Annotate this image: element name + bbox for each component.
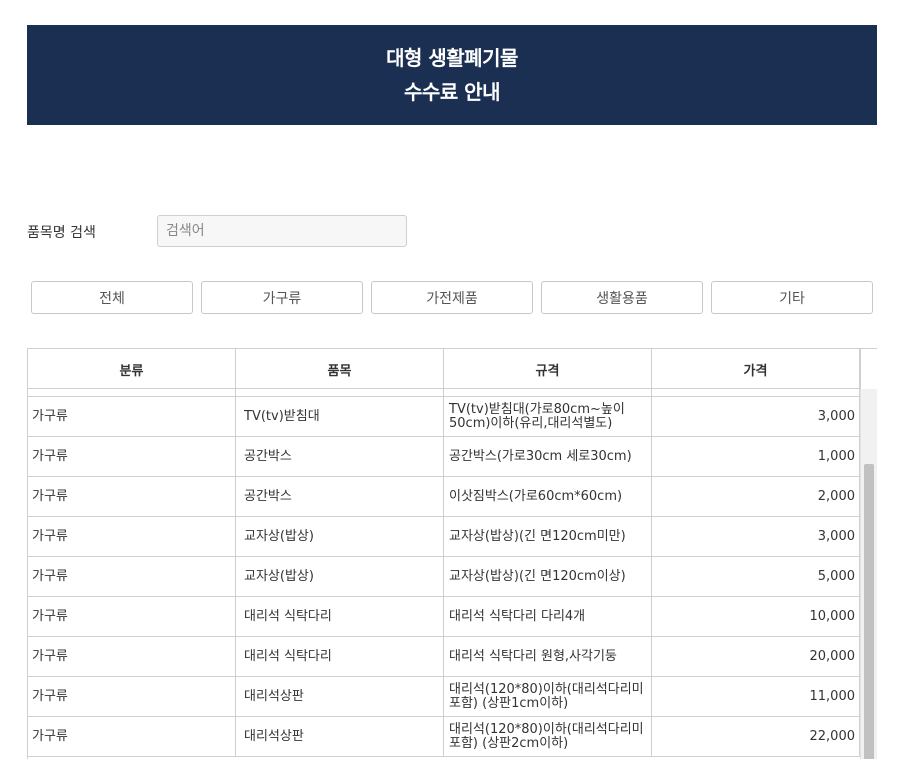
cell-item: 교자상(밥상) <box>236 557 444 596</box>
search-input[interactable] <box>157 215 407 247</box>
table-body[interactable]: 가구류 TV(tv)받침대 TV(tv)받침대(가로80cm~높이50cm)이하… <box>28 389 860 759</box>
cell-spec: 공간박스(가로30cm 세로30cm) <box>444 437 652 476</box>
cell-price: 5,000 <box>652 557 860 596</box>
cell-price: 10,000 <box>652 597 860 636</box>
cell-category: 가구류 <box>28 597 236 636</box>
cell-category: 가구류 <box>28 397 236 436</box>
table-row[interactable]: 가구류 공간박스 이삿짐박스(가로60cm*60cm) 2,000 <box>28 477 860 517</box>
cell-price: 2,000 <box>652 477 860 516</box>
page-title-line2: 수수료 안내 <box>404 80 500 104</box>
category-furniture-button[interactable]: 가구류 <box>201 281 363 314</box>
cell-item: 공간박스 <box>236 477 444 516</box>
category-etc-button[interactable]: 기타 <box>711 281 873 314</box>
category-all-button[interactable]: 전체 <box>31 281 193 314</box>
table-header: 분류 품목 규격 가격 <box>28 349 860 389</box>
cell-category: 가구류 <box>28 717 236 756</box>
scrollbar-header-corner <box>860 349 877 389</box>
page-title-line1: 대형 생활폐기물 <box>386 46 518 70</box>
cell-item: 대리석 식탁다리 <box>236 597 444 636</box>
category-household-button[interactable]: 생활용품 <box>541 281 703 314</box>
search-row: 품목명 검색 <box>27 215 427 247</box>
table-row[interactable]: 가구류 교자상(밥상) 교자상(밥상)(긴 면120cm이상) 5,000 <box>28 557 860 597</box>
cell-category: 가구류 <box>28 437 236 476</box>
category-appliances-button[interactable]: 가전제품 <box>371 281 533 314</box>
cell-spec: 교자상(밥상)(긴 면120cm이상) <box>444 557 652 596</box>
cell-spec: 이삿짐박스(가로60cm*60cm) <box>444 477 652 516</box>
cell-price: 3,000 <box>652 517 860 556</box>
cell-spec: 대리석 식탁다리 다리4개 <box>444 597 652 636</box>
cell-spec: 대리석(120*80)이하(대리석다리미포함) (상판2cm이하) <box>444 717 652 756</box>
scrollbar-thumb[interactable] <box>864 464 874 759</box>
header-price: 가격 <box>652 349 860 389</box>
cell-price: 22,000 <box>652 717 860 756</box>
category-filter: 전체 가구류 가전제품 생활용품 기타 <box>31 281 873 314</box>
cell-spec: 교자상(밥상)(긴 면120cm미만) <box>444 517 652 556</box>
header-category: 분류 <box>28 349 236 389</box>
cell-category: 가구류 <box>28 477 236 516</box>
cell-price: 20,000 <box>652 637 860 676</box>
cell-item: 대리석상판 <box>236 717 444 756</box>
table-row[interactable]: 가구류 교자상(밥상) 교자상(밥상)(긴 면120cm미만) 3,000 <box>28 517 860 557</box>
cell-price: 11,000 <box>652 677 860 716</box>
table-row[interactable]: 가구류 대리석 식탁다리 대리석 식탁다리 다리4개 10,000 <box>28 597 860 637</box>
cell-category: 가구류 <box>28 517 236 556</box>
table-row[interactable]: 가구류 대리석상판 대리석(120*80)이하(대리석다리미포함) (상판2cm… <box>28 717 860 757</box>
table-row[interactable]: 가구류 TV(tv)받침대 TV(tv)받침대(가로80cm~높이50cm)이하… <box>28 397 860 437</box>
cell-category: 가구류 <box>28 637 236 676</box>
table-row[interactable]: 가구류 공간박스 공간박스(가로30cm 세로30cm) 1,000 <box>28 437 860 477</box>
fee-table: 분류 품목 규격 가격 가구류 TV(tv)받침대 TV(tv)받침대(가로80… <box>27 348 877 759</box>
cell-item: TV(tv)받침대 <box>236 397 444 436</box>
table-row[interactable]: 가구류 대리석 식탁다리 대리석 식탁다리 원형,사각기둥 20,000 <box>28 637 860 677</box>
table-row[interactable]: 가구류 대리석상판 대리석(120*80)이하(대리석다리미포함) (상판1cm… <box>28 677 860 717</box>
table-row-partial <box>28 389 860 397</box>
cell-price: 1,000 <box>652 437 860 476</box>
cell-spec: TV(tv)받침대(가로80cm~높이50cm)이하(유리,대리석별도) <box>444 397 652 436</box>
header-item: 품목 <box>236 349 444 389</box>
cell-category: 가구류 <box>28 557 236 596</box>
table-scrollbar[interactable] <box>860 389 877 759</box>
search-label: 품목명 검색 <box>27 225 96 241</box>
cell-item: 대리석상판 <box>236 677 444 716</box>
cell-item: 교자상(밥상) <box>236 517 444 556</box>
cell-item: 대리석 식탁다리 <box>236 637 444 676</box>
cell-spec: 대리석 식탁다리 원형,사각기둥 <box>444 637 652 676</box>
header-spec: 규격 <box>444 349 652 389</box>
page-banner: 대형 생활폐기물 수수료 안내 <box>27 25 877 125</box>
cell-item: 공간박스 <box>236 437 444 476</box>
cell-price: 3,000 <box>652 397 860 436</box>
cell-category: 가구류 <box>28 677 236 716</box>
cell-spec: 대리석(120*80)이하(대리석다리미포함) (상판1cm이하) <box>444 677 652 716</box>
